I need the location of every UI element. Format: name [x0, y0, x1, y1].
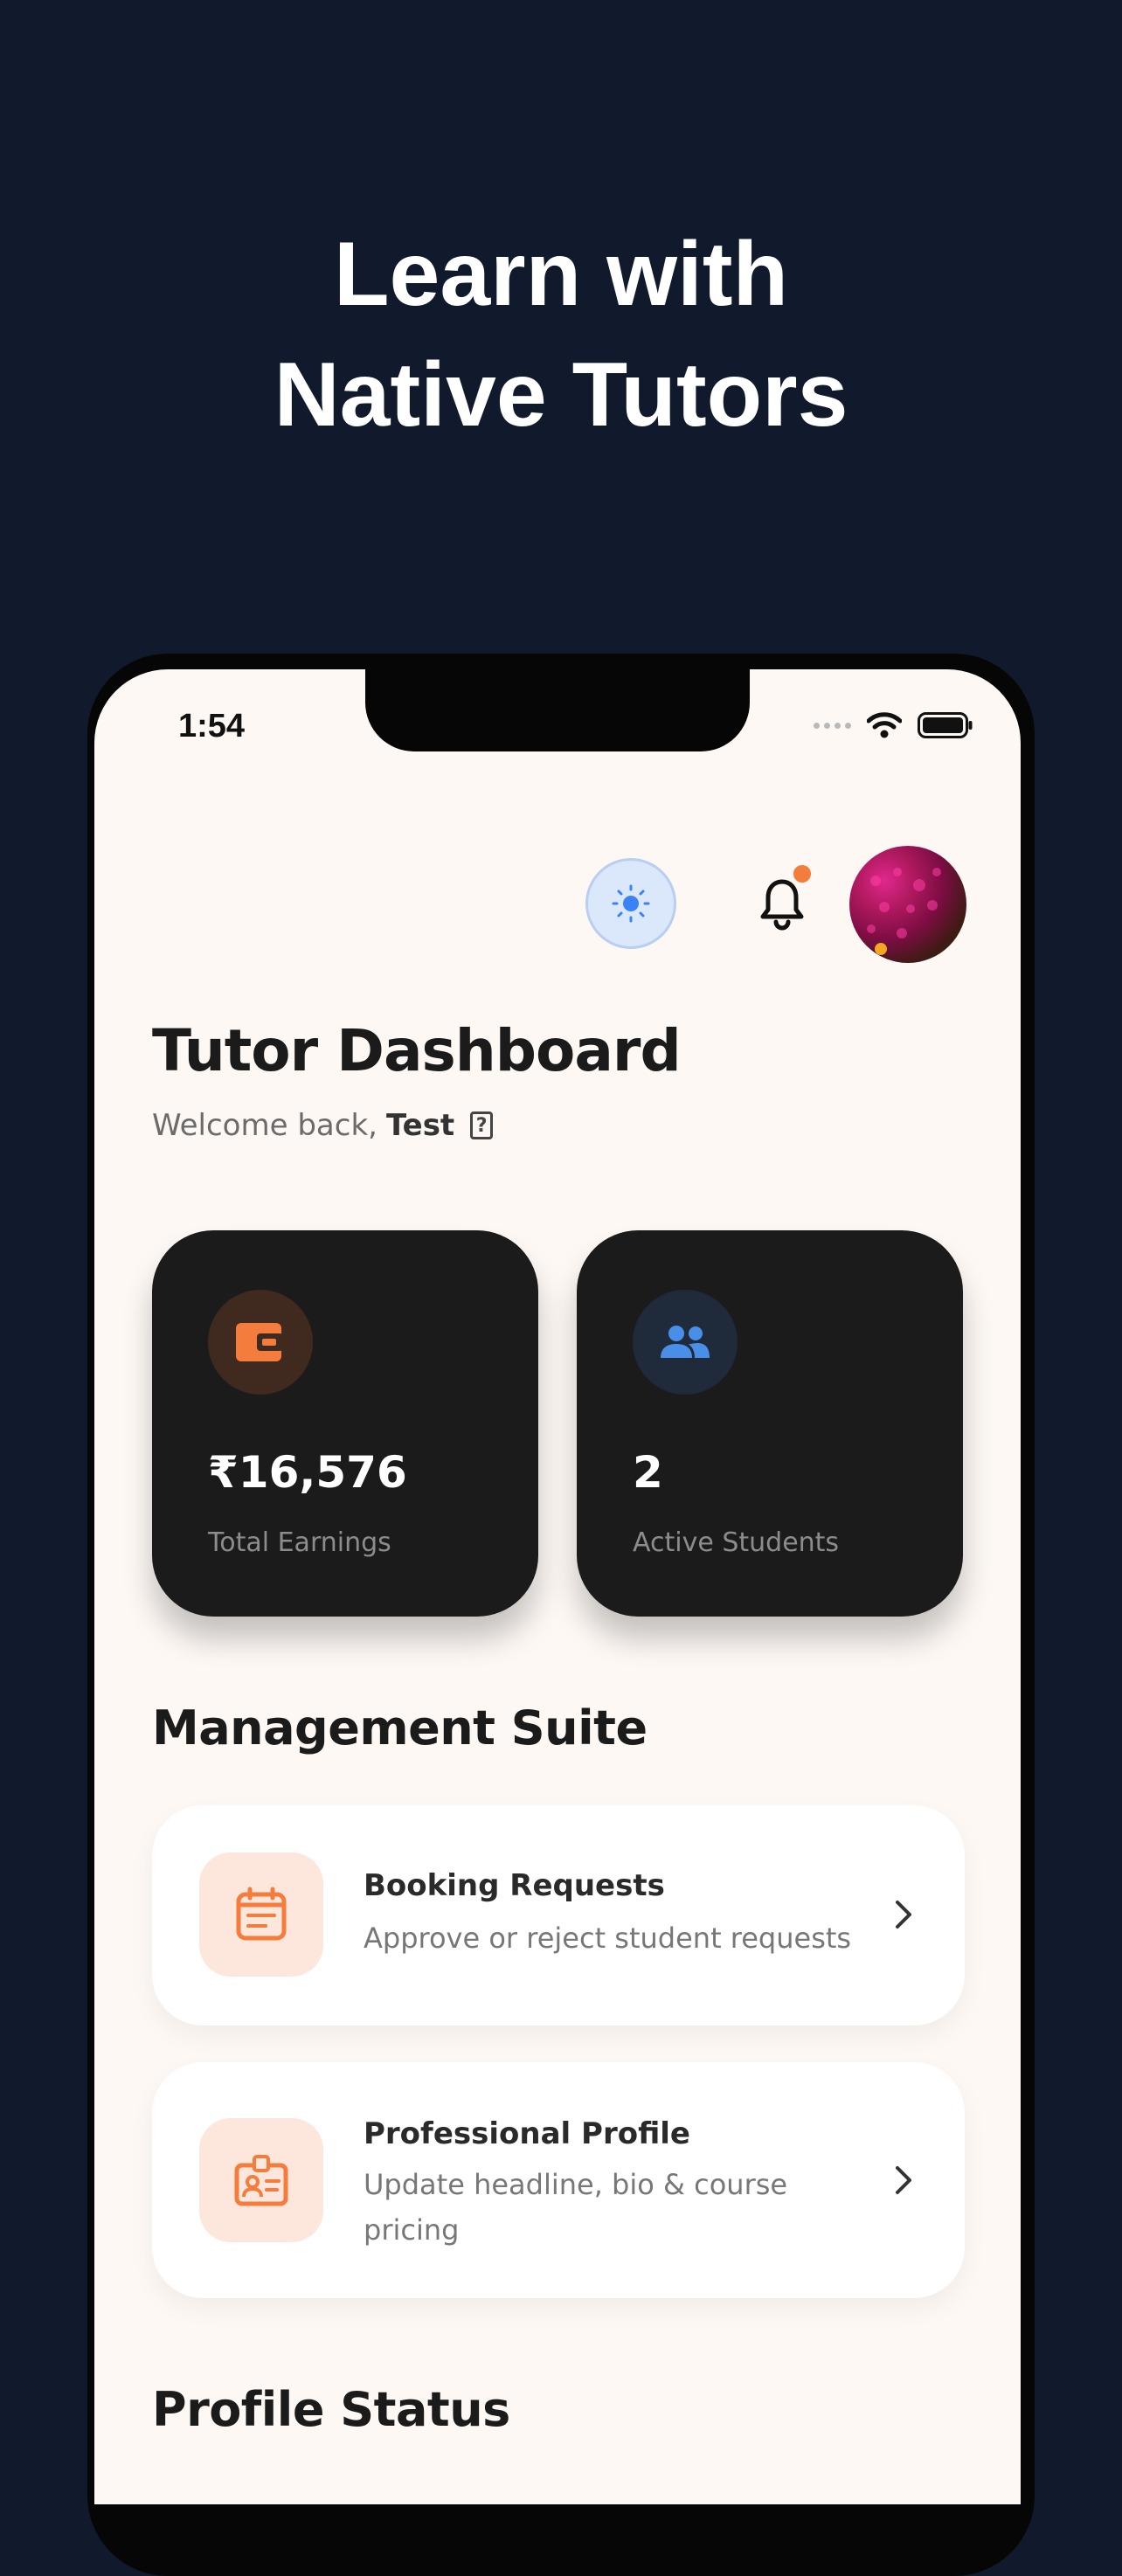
booking-requests-title: Booking Requests	[364, 1868, 665, 1903]
total-earnings-card[interactable]: ₹16,576 Total Earnings	[152, 1230, 538, 1617]
booking-requests-card[interactable]: Booking Requests Approve or reject stude…	[152, 1805, 965, 2025]
wallet-icon	[236, 1323, 283, 1361]
calendar-icon	[236, 1887, 287, 1941]
id-badge-icon	[234, 2155, 288, 2206]
battery-icon	[918, 712, 973, 738]
avatar[interactable]	[849, 846, 966, 963]
active-students-card[interactable]: 2 Active Students	[577, 1230, 963, 1617]
profile-status-title: Profile Status	[152, 2382, 510, 2437]
welcome-message: Welcome back, Test ?	[152, 1108, 494, 1143]
students-label: Active Students	[633, 1527, 840, 1558]
earnings-icon-circle	[208, 1290, 313, 1395]
sun-icon	[612, 884, 650, 923]
professional-profile-card[interactable]: Professional Profile Update headline, bi…	[152, 2062, 965, 2298]
booking-icon-box	[199, 1852, 323, 1977]
earnings-label: Total Earnings	[208, 1527, 391, 1558]
notification-dot	[793, 865, 811, 883]
status-icons	[814, 708, 973, 743]
app-screen: 1:54 Tutor Dashboard Welcome back, Test …	[94, 669, 1021, 2504]
help-icon[interactable]: ?	[470, 1111, 494, 1139]
bell-icon	[760, 879, 804, 931]
professional-profile-description: Update headline, bio & course pricing	[364, 2168, 788, 2247]
people-icon	[661, 1326, 710, 1358]
booking-requests-description: Approve or reject student requests	[364, 1922, 852, 1955]
page-title: Tutor Dashboard	[152, 1017, 682, 1084]
theme-toggle-button[interactable]	[585, 858, 676, 949]
wifi-icon	[867, 712, 902, 738]
students-icon-circle	[633, 1290, 738, 1395]
status-time: 1:54	[178, 708, 246, 744]
promo-headline-line1: Learn with	[333, 224, 789, 325]
promo-headline-line2: Native Tutors	[274, 344, 848, 446]
profile-icon-box	[199, 2118, 323, 2242]
phone-notch	[365, 669, 750, 751]
user-name: Test	[385, 1108, 455, 1143]
signal-dots-icon	[814, 722, 851, 729]
earnings-value: ₹16,576	[208, 1447, 407, 1498]
chevron-right-icon	[896, 2166, 911, 2194]
students-value: 2	[633, 1447, 663, 1498]
chevron-right-icon	[896, 1901, 911, 1929]
promo-headline: Learn with Native Tutors	[0, 214, 1122, 455]
management-section-title: Management Suite	[152, 1700, 648, 1755]
welcome-prefix: Welcome back,	[152, 1108, 377, 1143]
professional-profile-title: Professional Profile	[364, 2116, 690, 2151]
